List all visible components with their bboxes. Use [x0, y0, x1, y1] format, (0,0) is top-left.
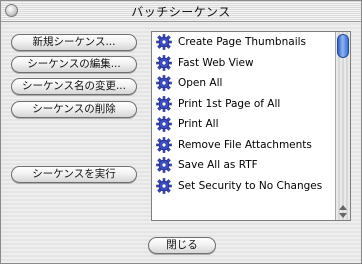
title-bar[interactable]: バッチシーケンス: [1, 1, 361, 22]
sequence-label: Set Security to No Changes: [178, 179, 323, 192]
edit-sequence-button[interactable]: シーケンスの編集...: [11, 56, 137, 73]
sequence-list-item[interactable]: Save All as RTF: [152, 155, 335, 176]
gear-icon: [156, 177, 172, 194]
sequence-list-item[interactable]: Set Security to No Changes: [152, 176, 335, 197]
scroll-down-arrow[interactable]: [339, 213, 347, 218]
sequence-list-items: Create Page Thumbnails Fast Web View Open …: [152, 32, 335, 196]
sequence-list-item[interactable]: Create Page Thumbnails: [152, 32, 335, 53]
sequence-list[interactable]: Create Page Thumbnails Fast Web View Open …: [151, 31, 351, 221]
window-title: バッチシーケンス: [131, 5, 231, 19]
vertical-scrollbar[interactable]: [335, 32, 350, 220]
sequence-label: Print 1st Page of All: [178, 97, 281, 110]
sequence-label: Save All as RTF: [178, 159, 258, 172]
sequence-label: Remove File Attachments: [178, 138, 312, 151]
close-button[interactable]: 閉じる: [148, 237, 216, 254]
sequence-list-item[interactable]: Print 1st Page of All: [152, 94, 335, 115]
sequence-label: Print All: [178, 118, 219, 131]
sequence-label: Fast Web View: [178, 56, 254, 69]
gear-icon: [156, 54, 172, 71]
gear-icon: [156, 116, 172, 133]
gear-icon: [156, 157, 172, 174]
sequence-label: Open All: [178, 77, 223, 90]
gear-icon: [156, 34, 172, 51]
new-sequence-button[interactable]: 新規シーケンス...: [11, 34, 137, 51]
gear-icon: [156, 136, 172, 153]
gear-icon: [156, 75, 172, 92]
scroll-up-arrow[interactable]: [339, 205, 347, 210]
sequence-label: Create Page Thumbnails: [178, 36, 306, 49]
sequence-list-item[interactable]: Remove File Attachments: [152, 135, 335, 156]
run-sequence-button[interactable]: シーケンスを実行: [11, 166, 137, 183]
sequence-list-item[interactable]: Print All: [152, 114, 335, 135]
gear-icon: [156, 95, 172, 112]
scrollbar-thumb[interactable]: [337, 34, 349, 58]
sequence-list-item[interactable]: Fast Web View: [152, 53, 335, 74]
sequence-list-item[interactable]: Open All: [152, 73, 335, 94]
delete-sequence-button[interactable]: シーケンスの削除: [11, 101, 137, 118]
rename-sequence-button[interactable]: シーケンス名の変更...: [11, 78, 137, 95]
batch-sequence-window: バッチシーケンス 新規シーケンス... シーケンスの編集... シーケンス名の変…: [0, 0, 362, 264]
